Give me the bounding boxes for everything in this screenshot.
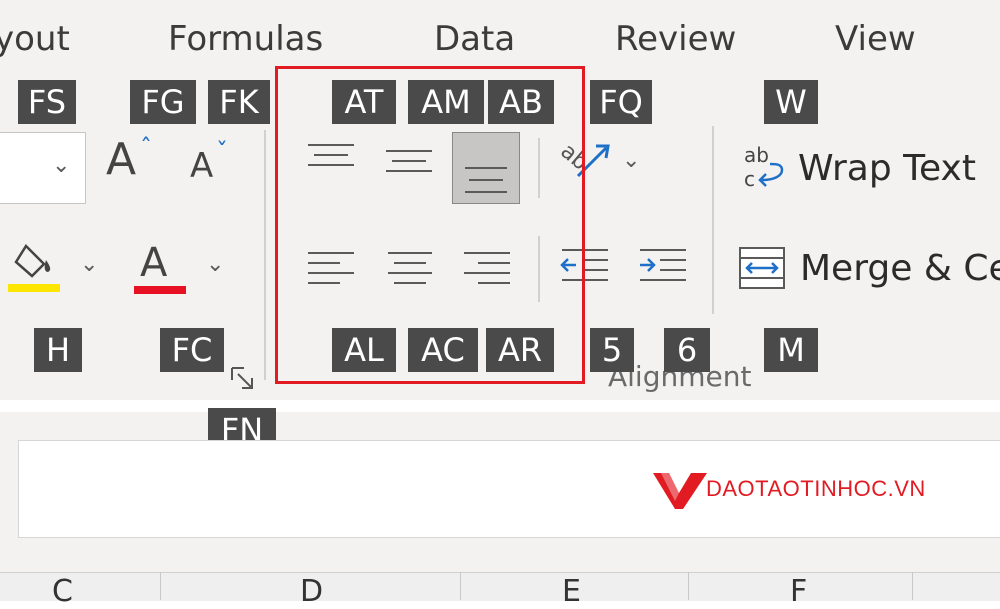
font-dialog-launcher-icon[interactable] <box>230 366 256 392</box>
fill-color-button[interactable]: ⌄ <box>6 238 106 298</box>
merge-center-label: Merge & Ce <box>800 248 1000 289</box>
group-separator <box>264 130 266 380</box>
separator <box>712 126 714 314</box>
increase-indent-icon <box>640 249 686 281</box>
merge-cells-icon <box>739 247 785 289</box>
chevron-down-icon: ⌄ <box>206 252 225 277</box>
ribbon: yout Formulas Data Review View FS FG FK … <box>0 0 1000 400</box>
wrap-text-label: Wrap Text <box>798 148 976 189</box>
tab-review[interactable]: Review <box>615 22 736 56</box>
tab-view[interactable]: View <box>835 22 916 56</box>
font-color-a-icon: A <box>140 240 168 286</box>
column-header-d[interactable]: D <box>300 574 323 609</box>
keytip-m: M <box>764 328 818 372</box>
dialog-launcher-icon <box>231 367 253 389</box>
caret-up-icon: ˆ <box>140 134 152 162</box>
column-header-e[interactable]: E <box>562 574 581 609</box>
column-header-row <box>0 572 1000 601</box>
chevron-down-icon: ⌄ <box>622 148 641 173</box>
chevron-down-icon: ⌄ <box>52 153 71 178</box>
wrap-text-icon: ab c <box>744 143 784 191</box>
increase-indent-button[interactable] <box>636 240 696 300</box>
paint-bucket-icon <box>8 244 60 292</box>
font-color-swatch <box>134 286 186 294</box>
keytip-w: W <box>764 80 818 124</box>
font-a-icon: A <box>190 146 214 186</box>
watermark-logo-icon <box>653 473 707 509</box>
caret-down-icon: ˇ <box>216 138 228 166</box>
wrap-text-button[interactable]: ab c Wrap Text <box>740 140 1000 200</box>
column-divider <box>160 572 161 600</box>
keytip-fs: FS <box>18 80 76 124</box>
keytip-fg: FG <box>130 80 196 124</box>
font-color-button[interactable]: A ⌄ <box>132 238 232 298</box>
svg-text:ab: ab <box>744 143 769 167</box>
keytip-6: 6 <box>664 328 710 372</box>
keytip-5: 5 <box>590 328 634 372</box>
watermark-text: DAOTAOTINHOC.VN <box>706 476 926 501</box>
column-header-f[interactable]: F <box>790 574 807 609</box>
keytip-fq: FQ <box>590 80 652 124</box>
tab-data[interactable]: Data <box>434 22 515 56</box>
font-size-combobox[interactable]: ⌄ <box>0 132 86 204</box>
column-divider <box>912 572 913 600</box>
svg-text:c: c <box>744 167 755 191</box>
column-divider <box>688 572 689 600</box>
keytip-fc: FC <box>160 328 224 372</box>
tab-page-layout[interactable]: yout <box>0 22 70 56</box>
highlight-box <box>275 66 585 384</box>
keytip-fk: FK <box>208 80 270 124</box>
fill-color-swatch <box>8 284 60 292</box>
merge-center-button[interactable]: Merge & Ce <box>738 244 1000 304</box>
keytip-h: H <box>34 328 82 372</box>
chevron-down-icon: ⌄ <box>80 252 99 277</box>
increase-font-size-button[interactable]: A ˆ <box>106 134 162 194</box>
decrease-font-size-button[interactable]: A ˇ <box>190 138 240 196</box>
column-header-c[interactable]: C <box>52 574 73 609</box>
tab-formulas[interactable]: Formulas <box>168 22 323 56</box>
font-a-icon: A <box>106 134 137 185</box>
column-divider <box>460 572 461 600</box>
